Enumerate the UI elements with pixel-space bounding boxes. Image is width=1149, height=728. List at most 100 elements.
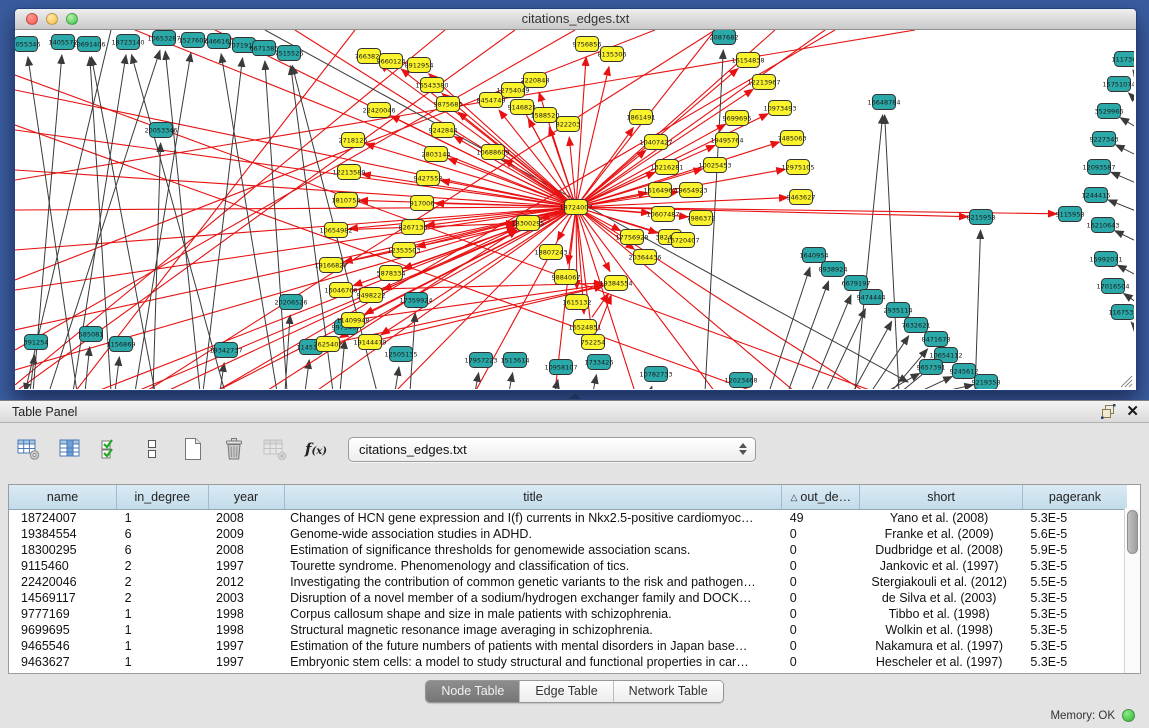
graph-node[interactable]: 12975105	[781, 160, 814, 175]
table-cell[interactable]: 18724007	[9, 510, 117, 527]
graph-node[interactable]: 12023468	[724, 373, 757, 388]
tab-network-table[interactable]: Network Table	[613, 681, 723, 702]
graph-node[interactable]: 5878334	[377, 266, 406, 281]
graph-node[interactable]: 2803144	[422, 147, 451, 162]
graph-node[interactable]: 8215958	[967, 210, 996, 225]
graph-edge[interactable]	[1120, 118, 1134, 127]
graph-node[interactable]: 15992071	[1089, 252, 1122, 267]
graph-node[interactable]: 752254	[581, 335, 606, 350]
table-cell[interactable]: 9699695	[9, 622, 117, 638]
graph-edge[interactable]	[1133, 70, 1134, 75]
table-cell[interactable]: 2008	[208, 542, 284, 558]
table-row[interactable]: 911546021997Tourette syndrome. Phenomeno…	[9, 558, 1127, 574]
table-cell[interactable]: 2	[117, 558, 208, 574]
table-cell[interactable]: 14569117	[9, 590, 117, 606]
graph-node[interactable]: 17016504	[1096, 279, 1129, 294]
table-cell[interactable]: 0	[782, 542, 860, 558]
column-header-title[interactable]: title	[284, 485, 782, 510]
table-row[interactable]: 977716911998Corpus callosum shape and si…	[9, 606, 1127, 622]
table-cell[interactable]: Embryonic stem cells: a model to study s…	[284, 654, 782, 670]
graph-node[interactable]: 9427552	[414, 171, 443, 186]
graph-node[interactable]: 2935114	[884, 303, 913, 318]
row-height-button[interactable]	[139, 436, 165, 462]
graph-edge[interactable]	[593, 375, 596, 389]
table-cell[interactable]: 1998	[208, 606, 284, 622]
graph-edge[interactable]	[769, 267, 810, 389]
tab-node-table[interactable]: Node Table	[426, 681, 519, 702]
graph-node[interactable]: 19384554	[599, 276, 632, 291]
table-cell[interactable]: 5.3E-5	[1022, 510, 1127, 527]
graph-edge[interactable]	[395, 367, 399, 389]
graph-node[interactable]: 9498222	[357, 288, 386, 303]
scrollbar-thumb[interactable]	[1127, 510, 1138, 554]
table-cell[interactable]: Tourette syndrome. Phenomenology and cla…	[284, 558, 782, 574]
graph-node[interactable]: 16720407	[666, 233, 699, 248]
table-cell[interactable]: Nakamura et al. (1997)	[860, 638, 1022, 654]
graph-node[interactable]: 585081	[79, 327, 104, 342]
window-resize-grip[interactable]	[1121, 376, 1132, 387]
table-cell[interactable]: 5.3E-5	[1022, 590, 1127, 606]
graph-node[interactable]: 12213967	[747, 75, 780, 90]
graph-node[interactable]: 19654923	[674, 183, 707, 198]
table-cell[interactable]: 9115460	[9, 558, 117, 574]
graph-node[interactable]: 10025453	[698, 158, 731, 173]
table-cell[interactable]: Disruption of a novel member of a sodium…	[284, 590, 782, 606]
graph-node[interactable]: 18724007	[559, 200, 592, 215]
table-cell[interactable]: 2012	[208, 574, 284, 590]
graph-node[interactable]: 7632621	[902, 318, 931, 333]
table-cell[interactable]: de Silva et al. (2003)	[860, 590, 1022, 606]
column-header-outde[interactable]: △out_de…	[782, 485, 860, 510]
graph-node[interactable]: 1167533	[1109, 305, 1134, 320]
graph-node[interactable]: 9657391	[917, 360, 946, 375]
graph-node[interactable]: 11409948	[336, 313, 369, 328]
table-cell[interactable]: 0	[782, 574, 860, 590]
column-header-year[interactable]: year	[208, 485, 284, 510]
graph-node[interactable]: 12754049	[496, 83, 529, 98]
graph-node[interactable]: 9242844	[429, 123, 458, 138]
graph-node[interactable]: 9227343	[1090, 132, 1119, 147]
graph-node[interactable]: 2220848	[521, 73, 550, 88]
graph-node[interactable]: 15751074	[1102, 77, 1134, 92]
graph-edge[interactable]	[1108, 200, 1134, 211]
graph-node[interactable]: 8912954	[405, 58, 434, 73]
float-panel-icon[interactable]	[1101, 404, 1116, 419]
memory-status-indicator[interactable]	[1122, 709, 1135, 722]
graph-edge[interactable]	[509, 373, 513, 389]
graph-node[interactable]: 10973493	[763, 101, 796, 116]
table-row[interactable]: 969969511998Structural magnetic resonanc…	[9, 622, 1127, 638]
graph-node[interactable]: 8454749	[477, 93, 506, 108]
table-row[interactable]: 1938455462009Genome-wide association stu…	[9, 526, 1127, 542]
graph-node[interactable]: 9474444	[857, 290, 886, 305]
graph-node[interactable]: 20053346	[144, 123, 177, 138]
graph-node[interactable]: 7986372	[687, 211, 716, 226]
table-scrollbar[interactable]	[1124, 508, 1140, 673]
network-canvas[interactable]: 1872400720553461405572206914061872314010…	[15, 30, 1134, 389]
table-cell[interactable]: Estimation of the future numbers of pati…	[284, 638, 782, 654]
graph-node[interactable]: 18807243	[534, 245, 567, 260]
column-header-name[interactable]: name	[9, 485, 117, 510]
table-cell[interactable]: 5.6E-5	[1022, 526, 1127, 542]
graph-edge[interactable]	[1116, 145, 1134, 155]
graph-node[interactable]: 9245612	[950, 364, 979, 379]
table-cell[interactable]: 19384554	[9, 526, 117, 542]
graph-node[interactable]: 16046766	[324, 283, 357, 298]
graph-edge[interactable]	[1115, 231, 1134, 241]
table-cell[interactable]: 2	[117, 590, 208, 606]
graph-edge[interactable]	[592, 294, 609, 318]
table-settings-button[interactable]	[16, 436, 42, 462]
table-cell[interactable]: 1997	[208, 558, 284, 574]
graph-node[interactable]: 10653287	[147, 31, 180, 46]
graph-node[interactable]: 19342737	[209, 343, 242, 358]
graph-edge[interactable]	[315, 207, 576, 389]
graph-edge[interactable]	[85, 347, 90, 389]
graph-node[interactable]: 2087682	[710, 30, 739, 45]
graph-node[interactable]: 7515526	[275, 46, 304, 61]
graph-node[interactable]: 2055346	[15, 37, 40, 52]
table-cell[interactable]: Wolkin et al. (1998)	[860, 622, 1022, 638]
graph-node[interactable]: 10607487	[646, 207, 679, 222]
column-header-pagerank[interactable]: pagerank	[1022, 485, 1127, 510]
graph-edge[interactable]	[1128, 93, 1134, 100]
graph-node[interactable]: 9660124	[377, 54, 406, 69]
table-cell[interactable]: 2003	[208, 590, 284, 606]
graph-node[interactable]: 20691406	[72, 37, 105, 52]
